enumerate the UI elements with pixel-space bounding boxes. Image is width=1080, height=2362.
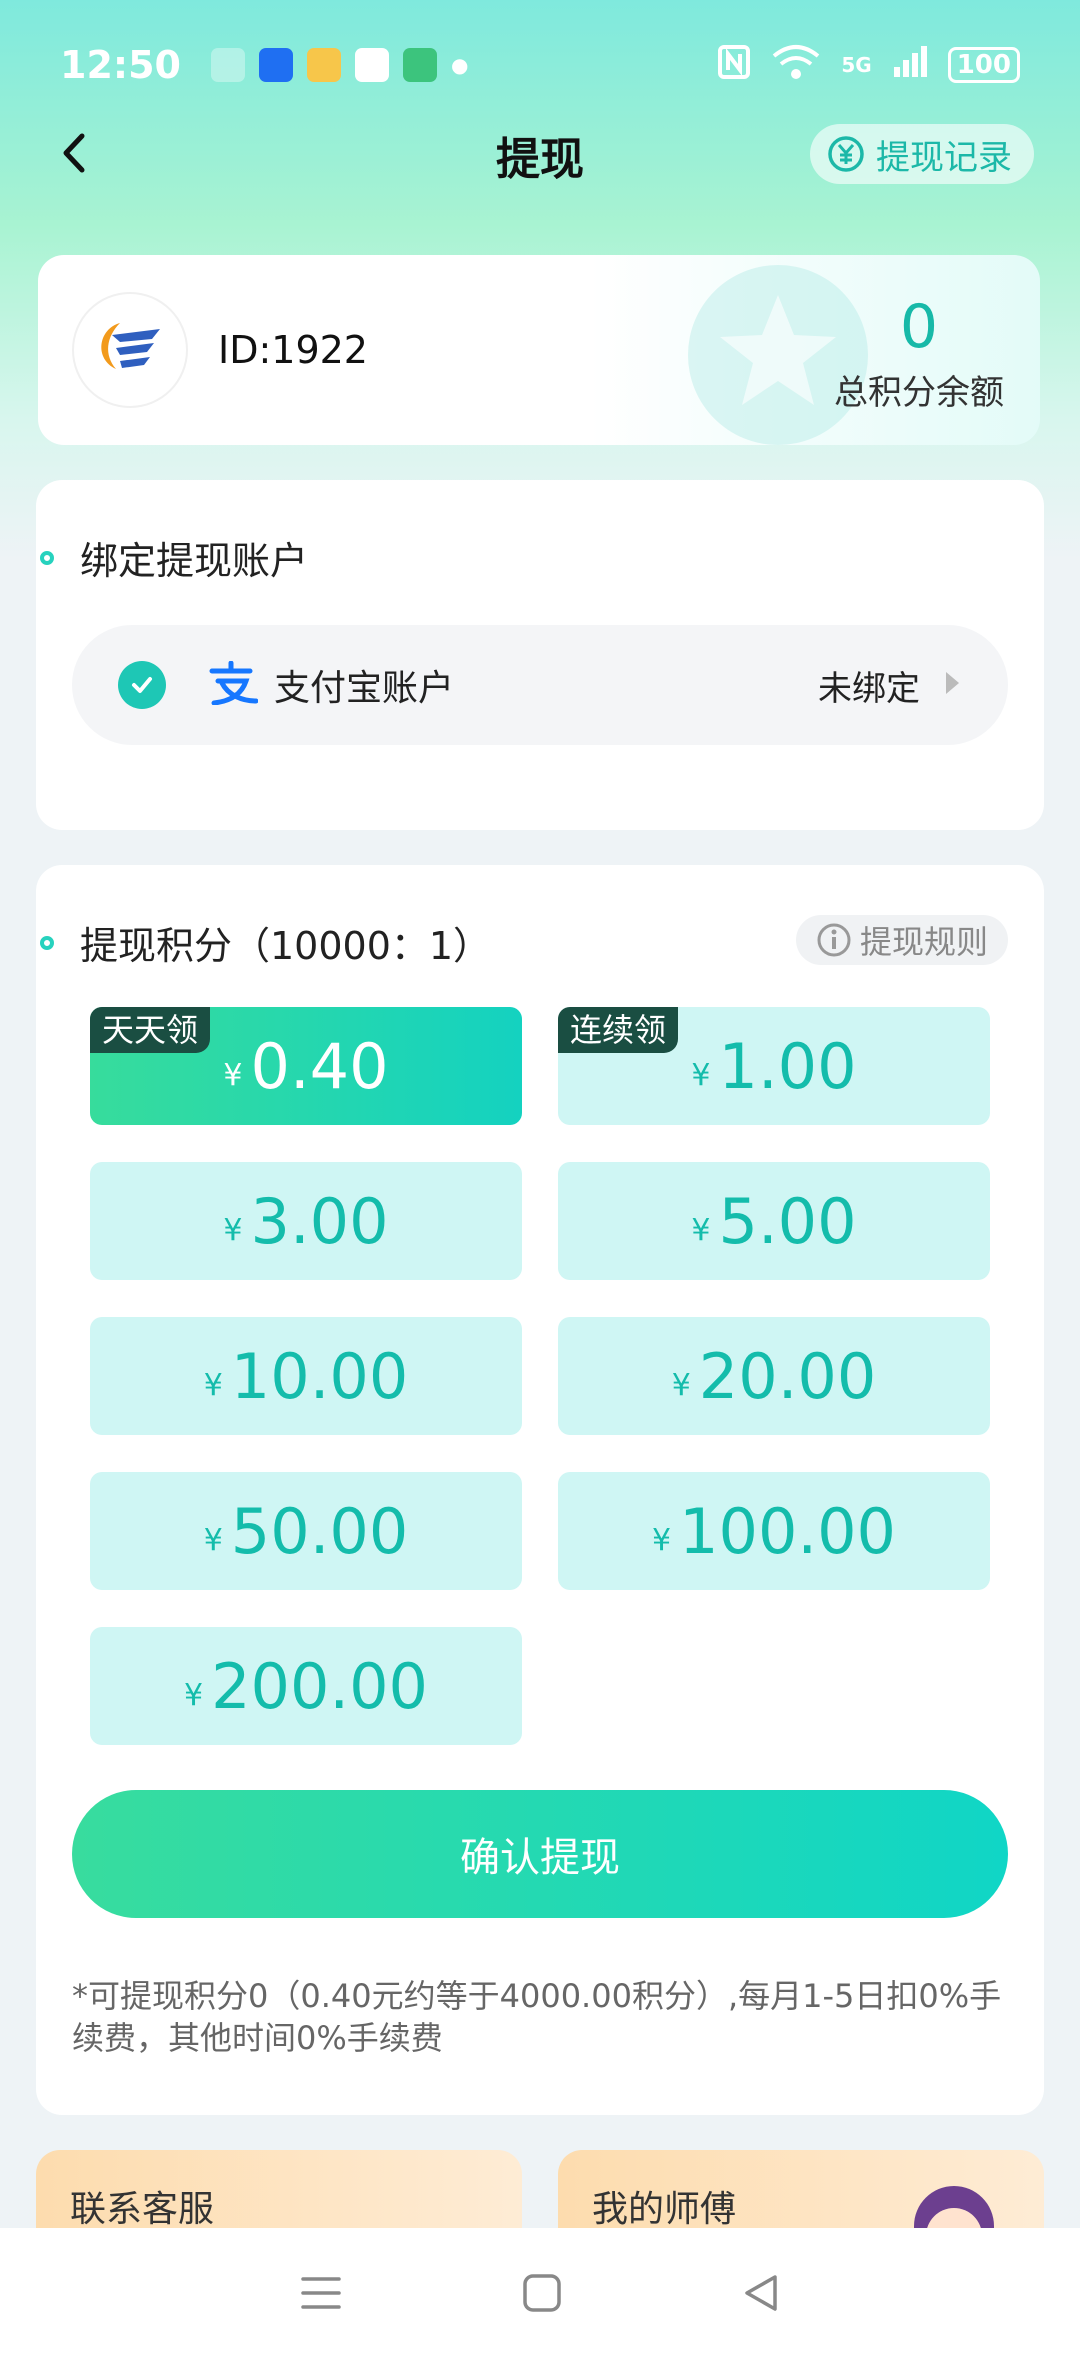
currency-symbol: ¥	[651, 1522, 672, 1558]
amount-option[interactable]: ¥ 200.00	[90, 1627, 522, 1745]
app-notification-icon	[258, 48, 293, 82]
currency-symbol: ¥	[203, 1367, 223, 1403]
info-icon	[817, 923, 851, 957]
withdraw-record-label: 提现记录	[876, 137, 1012, 178]
alipay-account-row[interactable]: 支付宝账户 未绑定	[72, 625, 1008, 745]
withdraw-section-title: 提现积分（10000：1）	[80, 924, 492, 968]
bind-account-card: 绑定提现账户 支付宝账户 未绑定	[36, 480, 1044, 830]
wifi-icon	[771, 44, 821, 87]
amount-option[interactable]: ¥ 10.00	[90, 1317, 522, 1435]
amount-option[interactable]: 连续领 ¥ 1.00	[558, 1007, 990, 1125]
amount-option[interactable]: ¥ 20.00	[558, 1317, 990, 1435]
alipay-icon	[206, 660, 259, 709]
option-tag: 天天领	[90, 1007, 211, 1053]
bind-status: 未绑定	[818, 668, 920, 709]
currency-symbol: ¥	[671, 1367, 691, 1403]
nfc-icon	[717, 44, 751, 87]
more-notifications-icon: ●	[450, 53, 469, 77]
withdraw-note: *可提现积分0（0.40元约等于4000.00积分）,每月1-5日扣0%手续费，…	[72, 1977, 1002, 2057]
nav-header: 提现 提现记录	[0, 110, 1080, 200]
currency-symbol: ¥	[183, 1677, 204, 1713]
my-teacher-label: 我的师傅	[592, 2189, 737, 2230]
section-dot-icon	[40, 935, 54, 950]
currency-symbol: ¥	[203, 1522, 223, 1558]
status-time: 12:50	[60, 43, 181, 87]
network-type-label: 5G	[841, 53, 872, 77]
yuan-coin-icon	[828, 136, 864, 172]
amount-value: 10.00	[230, 1339, 409, 1413]
message-notification-icon	[354, 48, 389, 82]
check-icon	[118, 661, 166, 709]
battery-app-notification-icon	[402, 48, 437, 82]
amount-value: 50.00	[230, 1494, 409, 1568]
withdraw-rules-label: 提现规则	[859, 923, 988, 961]
amount-value: 100.00	[679, 1494, 897, 1568]
currency-symbol: ¥	[691, 1212, 711, 1248]
amount-value: 20.00	[698, 1339, 877, 1413]
chevron-left-icon	[63, 133, 85, 173]
home-square-icon[interactable]	[522, 2273, 562, 2317]
back-button[interactable]	[50, 128, 100, 178]
notification-icons: ●	[210, 48, 469, 82]
amount-value: 0.40	[250, 1029, 389, 1103]
page-title: 提现	[496, 134, 584, 185]
alipay-account-label: 支付宝账户	[274, 668, 455, 709]
amount-option[interactable]: ¥ 100.00	[558, 1472, 990, 1590]
status-right: 5G 100	[717, 44, 1020, 87]
amount-option[interactable]: ¥ 50.00	[90, 1472, 522, 1590]
amount-option[interactable]: 天天领 ¥ 0.40	[90, 1007, 522, 1125]
weibo-notification-icon	[306, 48, 341, 82]
user-id: ID:1922	[218, 328, 368, 372]
currency-symbol: ¥	[223, 1212, 243, 1248]
amount-value: 200.00	[211, 1649, 429, 1723]
section-dot-icon	[40, 550, 54, 565]
balance-label: 总积分余额	[834, 373, 1004, 413]
balance-value: 0	[899, 292, 939, 362]
withdraw-record-button[interactable]: 提现记录	[810, 124, 1034, 184]
amount-option[interactable]: ¥ 5.00	[558, 1162, 990, 1280]
triangle-right-icon	[942, 668, 962, 702]
battery-indicator: 100	[947, 47, 1020, 83]
amount-value: 3.00	[250, 1184, 389, 1258]
menu-icon[interactable]	[299, 2273, 343, 2317]
amount-value: 1.00	[718, 1029, 857, 1103]
system-nav-bar	[0, 2228, 1080, 2362]
currency-symbol: ¥	[691, 1057, 711, 1093]
contact-service-label: 联系客服	[70, 2189, 215, 2230]
avatar	[74, 294, 186, 406]
withdraw-card: 提现积分（10000：1） 提现规则 天天领 ¥ 0.40 连续领 ¥ 1.00…	[36, 865, 1044, 2115]
amount-option[interactable]: ¥ 3.00	[90, 1162, 522, 1280]
withdraw-section-title-wrap: 提现积分（10000：1）	[40, 915, 492, 970]
withdraw-rules-button[interactable]: 提现规则	[795, 915, 1008, 965]
bag-notification-icon	[210, 48, 245, 82]
balance-display: 0 总积分余额	[834, 295, 1004, 414]
back-triangle-icon[interactable]	[741, 2273, 781, 2317]
user-balance-card: ID:1922 0 总积分余额	[38, 255, 1040, 445]
option-tag: 连续领	[558, 1007, 679, 1053]
confirm-withdraw-button[interactable]: 确认提现	[72, 1790, 1008, 1918]
amount-value: 5.00	[718, 1184, 857, 1258]
bind-section-title-wrap: 绑定提现账户	[40, 530, 309, 585]
currency-symbol: ¥	[223, 1057, 243, 1093]
bind-section-title: 绑定提现账户	[80, 539, 309, 583]
app-logo-icon	[101, 323, 160, 369]
signal-icon	[892, 45, 928, 86]
